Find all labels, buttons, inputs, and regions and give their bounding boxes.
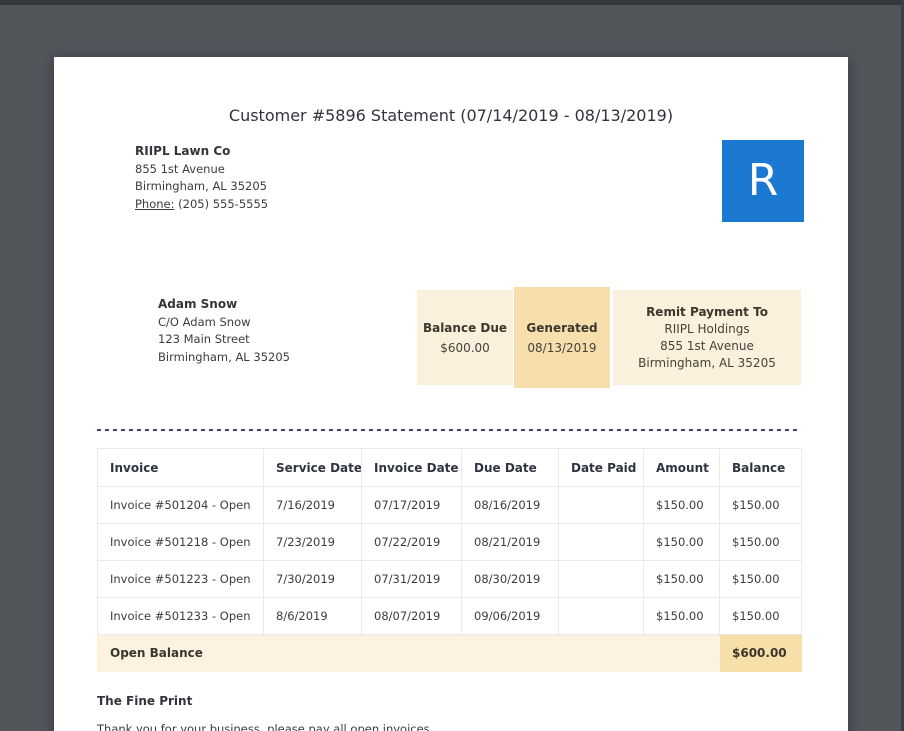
col-header-service-date: Service Date	[263, 448, 362, 487]
company-info-block: RIIPL Lawn Co 855 1st Avenue Birmingham,…	[135, 143, 268, 213]
fine-print-heading: The Fine Print	[97, 694, 193, 708]
cell-balance: $150.00	[719, 597, 802, 635]
balance-due-label: Balance Due	[422, 320, 508, 335]
balance-due-box: Balance Due $600.00	[417, 290, 513, 385]
cell-service-date: 8/6/2019	[263, 597, 362, 635]
cell-amount: $150.00	[643, 523, 720, 561]
cell-invoice: Invoice #501218 - Open	[97, 523, 264, 561]
remit-address-line1: 855 1st Avenue	[660, 338, 754, 353]
dashed-divider	[97, 429, 801, 431]
remit-label: Remit Payment To	[646, 304, 768, 319]
phone-value: (205) 555-5555	[178, 196, 269, 211]
invoice-row: Invoice #501223 - Open 7/30/2019 07/31/2…	[97, 560, 802, 598]
cell-due-date: 08/30/2019	[461, 560, 559, 598]
remit-name: RIIPL Holdings	[664, 321, 750, 336]
invoice-row: Invoice #501218 - Open 7/23/2019 07/22/2…	[97, 523, 802, 561]
cell-amount: $150.00	[643, 560, 720, 598]
cell-balance: $150.00	[719, 560, 802, 598]
cell-date-paid	[558, 486, 644, 524]
customer-info-block: Adam Snow C/O Adam Snow 123 Main Street …	[158, 296, 290, 366]
col-header-invoice-date: Invoice Date	[361, 448, 462, 487]
invoices-table: Invoice Service Date Invoice Date Due Da…	[97, 448, 802, 672]
cell-date-paid	[558, 597, 644, 635]
open-balance-label: Open Balance	[97, 634, 720, 672]
cell-service-date: 7/23/2019	[263, 523, 362, 561]
cell-due-date: 08/16/2019	[461, 486, 559, 524]
cell-balance: $150.00	[719, 486, 802, 524]
cell-invoice-date: 08/07/2019	[361, 597, 462, 635]
cell-amount: $150.00	[643, 597, 720, 635]
company-name: RIIPL Lawn Co	[135, 144, 231, 158]
statement-title: Customer #5896 Statement (07/14/2019 - 0…	[228, 106, 674, 125]
col-header-balance: Balance	[719, 448, 802, 487]
generated-value: 08/13/2019	[527, 340, 597, 355]
generated-box: Generated 08/13/2019	[514, 287, 610, 388]
col-header-due-date: Due Date	[461, 448, 559, 487]
balance-due-value: $600.00	[440, 340, 490, 355]
company-address-line2: Birmingham, AL 35205	[135, 179, 267, 193]
cell-service-date: 7/30/2019	[263, 560, 362, 598]
cell-amount: $150.00	[643, 486, 720, 524]
table-header-row: Invoice Service Date Invoice Date Due Da…	[97, 448, 802, 487]
cell-invoice: Invoice #501233 - Open	[97, 597, 264, 635]
cell-balance: $150.00	[719, 523, 802, 561]
remit-payment-box: Remit Payment To RIIPL Holdings 855 1st …	[613, 290, 801, 385]
cell-due-date: 09/06/2019	[461, 597, 559, 635]
cell-invoice: Invoice #501223 - Open	[97, 560, 264, 598]
customer-care-of: C/O Adam Snow	[158, 314, 251, 329]
cell-date-paid	[558, 523, 644, 561]
open-balance-row: Open Balance $600.00	[97, 634, 802, 672]
invoice-row: Invoice #501233 - Open 8/6/2019 08/07/20…	[97, 597, 802, 635]
col-header-amount: Amount	[643, 448, 720, 487]
invoice-row: Invoice #501204 - Open 7/16/2019 07/17/2…	[97, 486, 802, 524]
cell-date-paid	[558, 560, 644, 598]
logo-letter: R	[747, 155, 779, 206]
remit-address-line2: Birmingham, AL 35205	[638, 355, 776, 370]
customer-name: Adam Snow	[158, 297, 238, 311]
open-balance-amount: $600.00	[719, 634, 802, 672]
company-phone: Phone: (205) 555-5555	[135, 196, 268, 214]
phone-label: Phone:	[135, 196, 175, 211]
company-logo: R	[722, 140, 804, 222]
cell-due-date: 08/21/2019	[461, 523, 559, 561]
generated-label: Generated	[526, 320, 598, 335]
col-header-invoice: Invoice	[97, 448, 264, 487]
customer-address-line1: 123 Main Street	[158, 332, 250, 346]
customer-address-line2: Birmingham, AL 35205	[158, 349, 290, 364]
cell-service-date: 7/16/2019	[263, 486, 362, 524]
cell-invoice-date: 07/31/2019	[361, 560, 462, 598]
statement-page: Customer #5896 Statement (07/14/2019 - 0…	[54, 57, 848, 731]
fine-print-body: Thank you for your business, please pay …	[97, 722, 434, 731]
cell-invoice: Invoice #501204 - Open	[97, 486, 264, 524]
company-address-line1: 855 1st Avenue	[135, 161, 225, 176]
cell-invoice-date: 07/17/2019	[361, 486, 462, 524]
document-viewer-background: Customer #5896 Statement (07/14/2019 - 0…	[0, 0, 904, 731]
viewer-top-bar	[0, 0, 904, 5]
cell-invoice-date: 07/22/2019	[361, 523, 462, 561]
statement-summary: Balance Due $600.00 Generated 08/13/2019…	[417, 287, 801, 388]
col-header-date-paid: Date Paid	[558, 448, 644, 487]
